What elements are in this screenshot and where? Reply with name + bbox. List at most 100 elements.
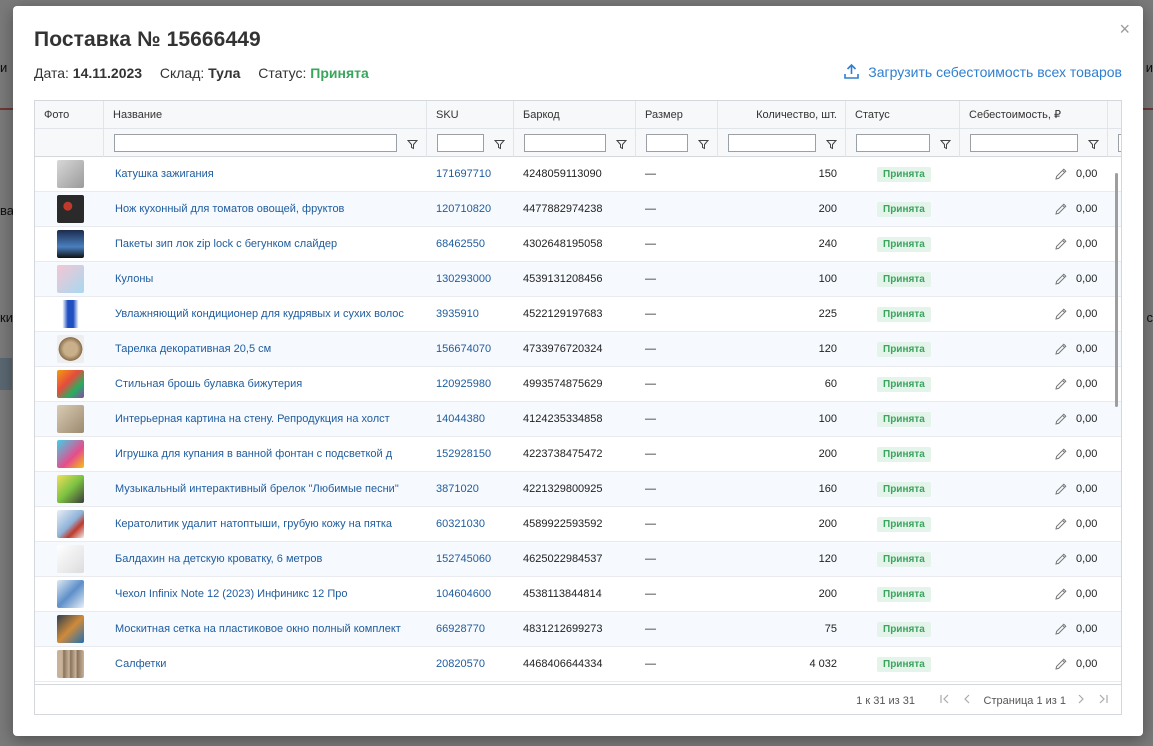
product-thumbnail[interactable] — [57, 335, 84, 363]
product-name-link[interactable]: Стильная брошь булавка бижутерия — [115, 367, 415, 401]
product-name-link[interactable]: Кератолитик удалит натоптыши, грубую кож… — [115, 507, 415, 541]
product-name-link[interactable]: Пакеты зип лок zip lock с бегунком слайд… — [115, 227, 415, 261]
filter-input-status[interactable] — [856, 134, 930, 152]
first-page-icon[interactable] — [939, 693, 951, 705]
last-page-icon[interactable] — [1097, 693, 1109, 705]
sku-link[interactable]: 20820570 — [436, 647, 516, 681]
product-name-link[interactable]: Нож кухонный для томатов овощей, фруктов — [115, 192, 415, 226]
upload-cost-button[interactable]: Загрузить себестоимость всех товаров — [843, 63, 1122, 80]
product-name-link[interactable]: Катушка зажигания — [115, 157, 415, 191]
filter-icon[interactable] — [1087, 137, 1100, 150]
edit-cost-icon[interactable] — [1054, 377, 1068, 391]
edit-cost-icon[interactable] — [1054, 482, 1068, 496]
edit-cost-icon[interactable] — [1054, 587, 1068, 601]
edit-cost-icon[interactable] — [1054, 622, 1068, 636]
table-row[interactable]: Москитная сетка на пластиковое окно полн… — [35, 612, 1121, 647]
filter-icon[interactable] — [939, 137, 952, 150]
edit-cost-icon[interactable] — [1054, 202, 1068, 216]
table-row[interactable]: Кулоны 130293000 4539131208456 — 100 Принята 0… — [35, 262, 1121, 297]
table-row[interactable]: Пакеты зип лок zip lock с бегунком слайд… — [35, 227, 1121, 262]
product-name-link[interactable]: Москитная сетка на пластиковое окно полн… — [115, 612, 415, 646]
table-row[interactable]: Чехол Infinix Note 12 (2023) Инфиникс 12… — [35, 577, 1121, 612]
sku-link[interactable]: 152745060 — [436, 542, 516, 576]
sku-link[interactable]: 156674070 — [436, 332, 516, 366]
table-row[interactable]: Балдахин на детскую кроватку, 6 метров 15… — [35, 542, 1121, 577]
product-name-link[interactable]: Игрушка для купания в ванной фонтан с по… — [115, 437, 415, 471]
sku-link[interactable]: 120925980 — [436, 367, 516, 401]
sku-link[interactable]: 3871020 — [436, 472, 516, 506]
close-icon[interactable]: × — [1119, 20, 1130, 38]
edit-cost-icon[interactable] — [1054, 167, 1068, 181]
product-name-link[interactable]: Салфетки — [115, 647, 415, 681]
filter-input-barcode[interactable] — [524, 134, 606, 152]
product-thumbnail[interactable] — [57, 440, 84, 468]
product-name-link[interactable]: Тарелка декоративная 20,5 см — [115, 332, 415, 366]
product-thumbnail[interactable] — [57, 580, 84, 608]
product-thumbnail[interactable] — [57, 370, 84, 398]
filter-input-sku[interactable] — [437, 134, 484, 152]
column-header-qty[interactable]: Количество, шт. — [718, 101, 846, 129]
table-row[interactable]: Тарелка декоративная 20,5 см 156674070 473… — [35, 332, 1121, 367]
table-row[interactable]: Увлажняющий кондиционер для кудрявых и с… — [35, 297, 1121, 332]
edit-cost-icon[interactable] — [1054, 552, 1068, 566]
table-row[interactable]: Музыкальный интерактивный брелок "Любимы… — [35, 472, 1121, 507]
filter-input-size[interactable] — [646, 134, 688, 152]
column-header-size[interactable]: Размер — [636, 101, 718, 129]
product-thumbnail[interactable] — [57, 230, 84, 258]
product-thumbnail[interactable] — [57, 475, 84, 503]
product-thumbnail[interactable] — [57, 195, 84, 223]
sku-link[interactable]: 60321030 — [436, 507, 516, 541]
filter-icon[interactable] — [697, 137, 710, 150]
edit-cost-icon[interactable] — [1054, 517, 1068, 531]
edit-cost-icon[interactable] — [1054, 272, 1068, 286]
sku-link[interactable]: 68462550 — [436, 227, 516, 261]
filter-icon[interactable] — [406, 137, 419, 150]
filter-icon[interactable] — [615, 137, 628, 150]
product-name-link[interactable]: Музыкальный интерактивный брелок "Любимы… — [115, 472, 415, 506]
filter-input-cost[interactable] — [970, 134, 1078, 152]
product-thumbnail[interactable] — [57, 510, 84, 538]
column-header-photo[interactable]: Фото — [35, 101, 104, 129]
column-header-extra[interactable] — [1108, 101, 1121, 129]
product-thumbnail[interactable] — [57, 300, 84, 328]
filter-input-name[interactable] — [114, 134, 397, 152]
table-row[interactable]: Интерьерная картина на стену. Репродукци… — [35, 402, 1121, 437]
column-header-name[interactable]: Название — [104, 101, 427, 129]
edit-cost-icon[interactable] — [1054, 307, 1068, 321]
product-name-link[interactable]: Чехол Infinix Note 12 (2023) Инфиникс 12… — [115, 577, 415, 611]
edit-cost-icon[interactable] — [1054, 447, 1068, 461]
edit-cost-icon[interactable] — [1054, 342, 1068, 356]
column-header-barcode[interactable]: Баркод — [514, 101, 636, 129]
edit-cost-icon[interactable] — [1054, 657, 1068, 671]
filter-input-qty[interactable] — [728, 134, 816, 152]
filter-icon[interactable] — [825, 137, 838, 150]
sku-link[interactable]: 14044380 — [436, 402, 516, 436]
next-page-icon[interactable] — [1075, 693, 1087, 705]
sku-link[interactable]: 104604600 — [436, 577, 516, 611]
column-header-status[interactable]: Статус — [846, 101, 960, 129]
prev-page-icon[interactable] — [961, 693, 973, 705]
sku-link[interactable]: 152928150 — [436, 437, 516, 471]
column-header-sku[interactable]: SKU — [427, 101, 514, 129]
product-thumbnail[interactable] — [57, 265, 84, 293]
column-header-cost[interactable]: Себестоимость, ₽ — [960, 101, 1108, 129]
table-row[interactable]: Кератолитик удалит натоптыши, грубую кож… — [35, 507, 1121, 542]
sku-link[interactable]: 171697710 — [436, 157, 516, 191]
edit-cost-icon[interactable] — [1054, 237, 1068, 251]
product-thumbnail[interactable] — [57, 545, 84, 573]
sku-link[interactable]: 120710820 — [436, 192, 516, 226]
product-thumbnail[interactable] — [57, 160, 84, 188]
table-row[interactable]: Стильная брошь булавка бижутерия 12092598… — [35, 367, 1121, 402]
product-name-link[interactable]: Кулоны — [115, 262, 415, 296]
edit-cost-icon[interactable] — [1054, 412, 1068, 426]
table-row[interactable]: Нож кухонный для томатов овощей, фруктов… — [35, 192, 1121, 227]
product-thumbnail[interactable] — [57, 405, 84, 433]
filter-input-extra[interactable] — [1118, 134, 1121, 152]
product-name-link[interactable]: Балдахин на детскую кроватку, 6 метров — [115, 542, 415, 576]
product-thumbnail[interactable] — [57, 615, 84, 643]
sku-link[interactable]: 66928770 — [436, 612, 516, 646]
vertical-scrollbar[interactable] — [1115, 173, 1118, 407]
table-row[interactable]: Катушка зажигания 171697710 4248059113090 —… — [35, 157, 1121, 192]
table-row[interactable]: Игрушка для купания в ванной фонтан с по… — [35, 437, 1121, 472]
product-thumbnail[interactable] — [57, 650, 84, 678]
